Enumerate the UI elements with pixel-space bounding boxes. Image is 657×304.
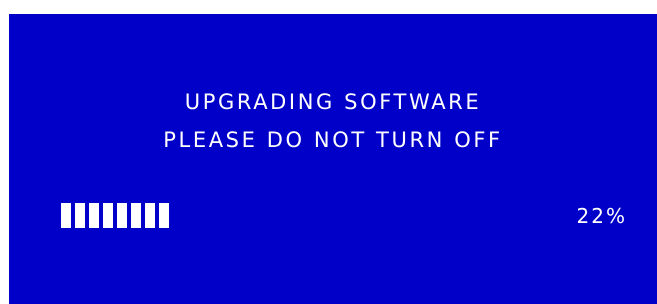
- progress-percent: 22%: [576, 204, 627, 228]
- status-title: UPGRADING SOFTWARE: [184, 90, 482, 114]
- progress-segment: [131, 203, 141, 228]
- progress-segment: [103, 203, 113, 228]
- progress-segment: [145, 203, 155, 228]
- warning-message: PLEASE DO NOT TURN OFF: [163, 128, 503, 152]
- progress-segment: [89, 203, 99, 228]
- progress-segment: [117, 203, 127, 228]
- progress-segment: [75, 203, 85, 228]
- progress-segment: [159, 203, 169, 228]
- upgrade-screen: UPGRADING SOFTWARE PLEASE DO NOT TURN OF…: [9, 14, 657, 304]
- progress-bar: [61, 203, 173, 228]
- progress-segment: [61, 203, 71, 228]
